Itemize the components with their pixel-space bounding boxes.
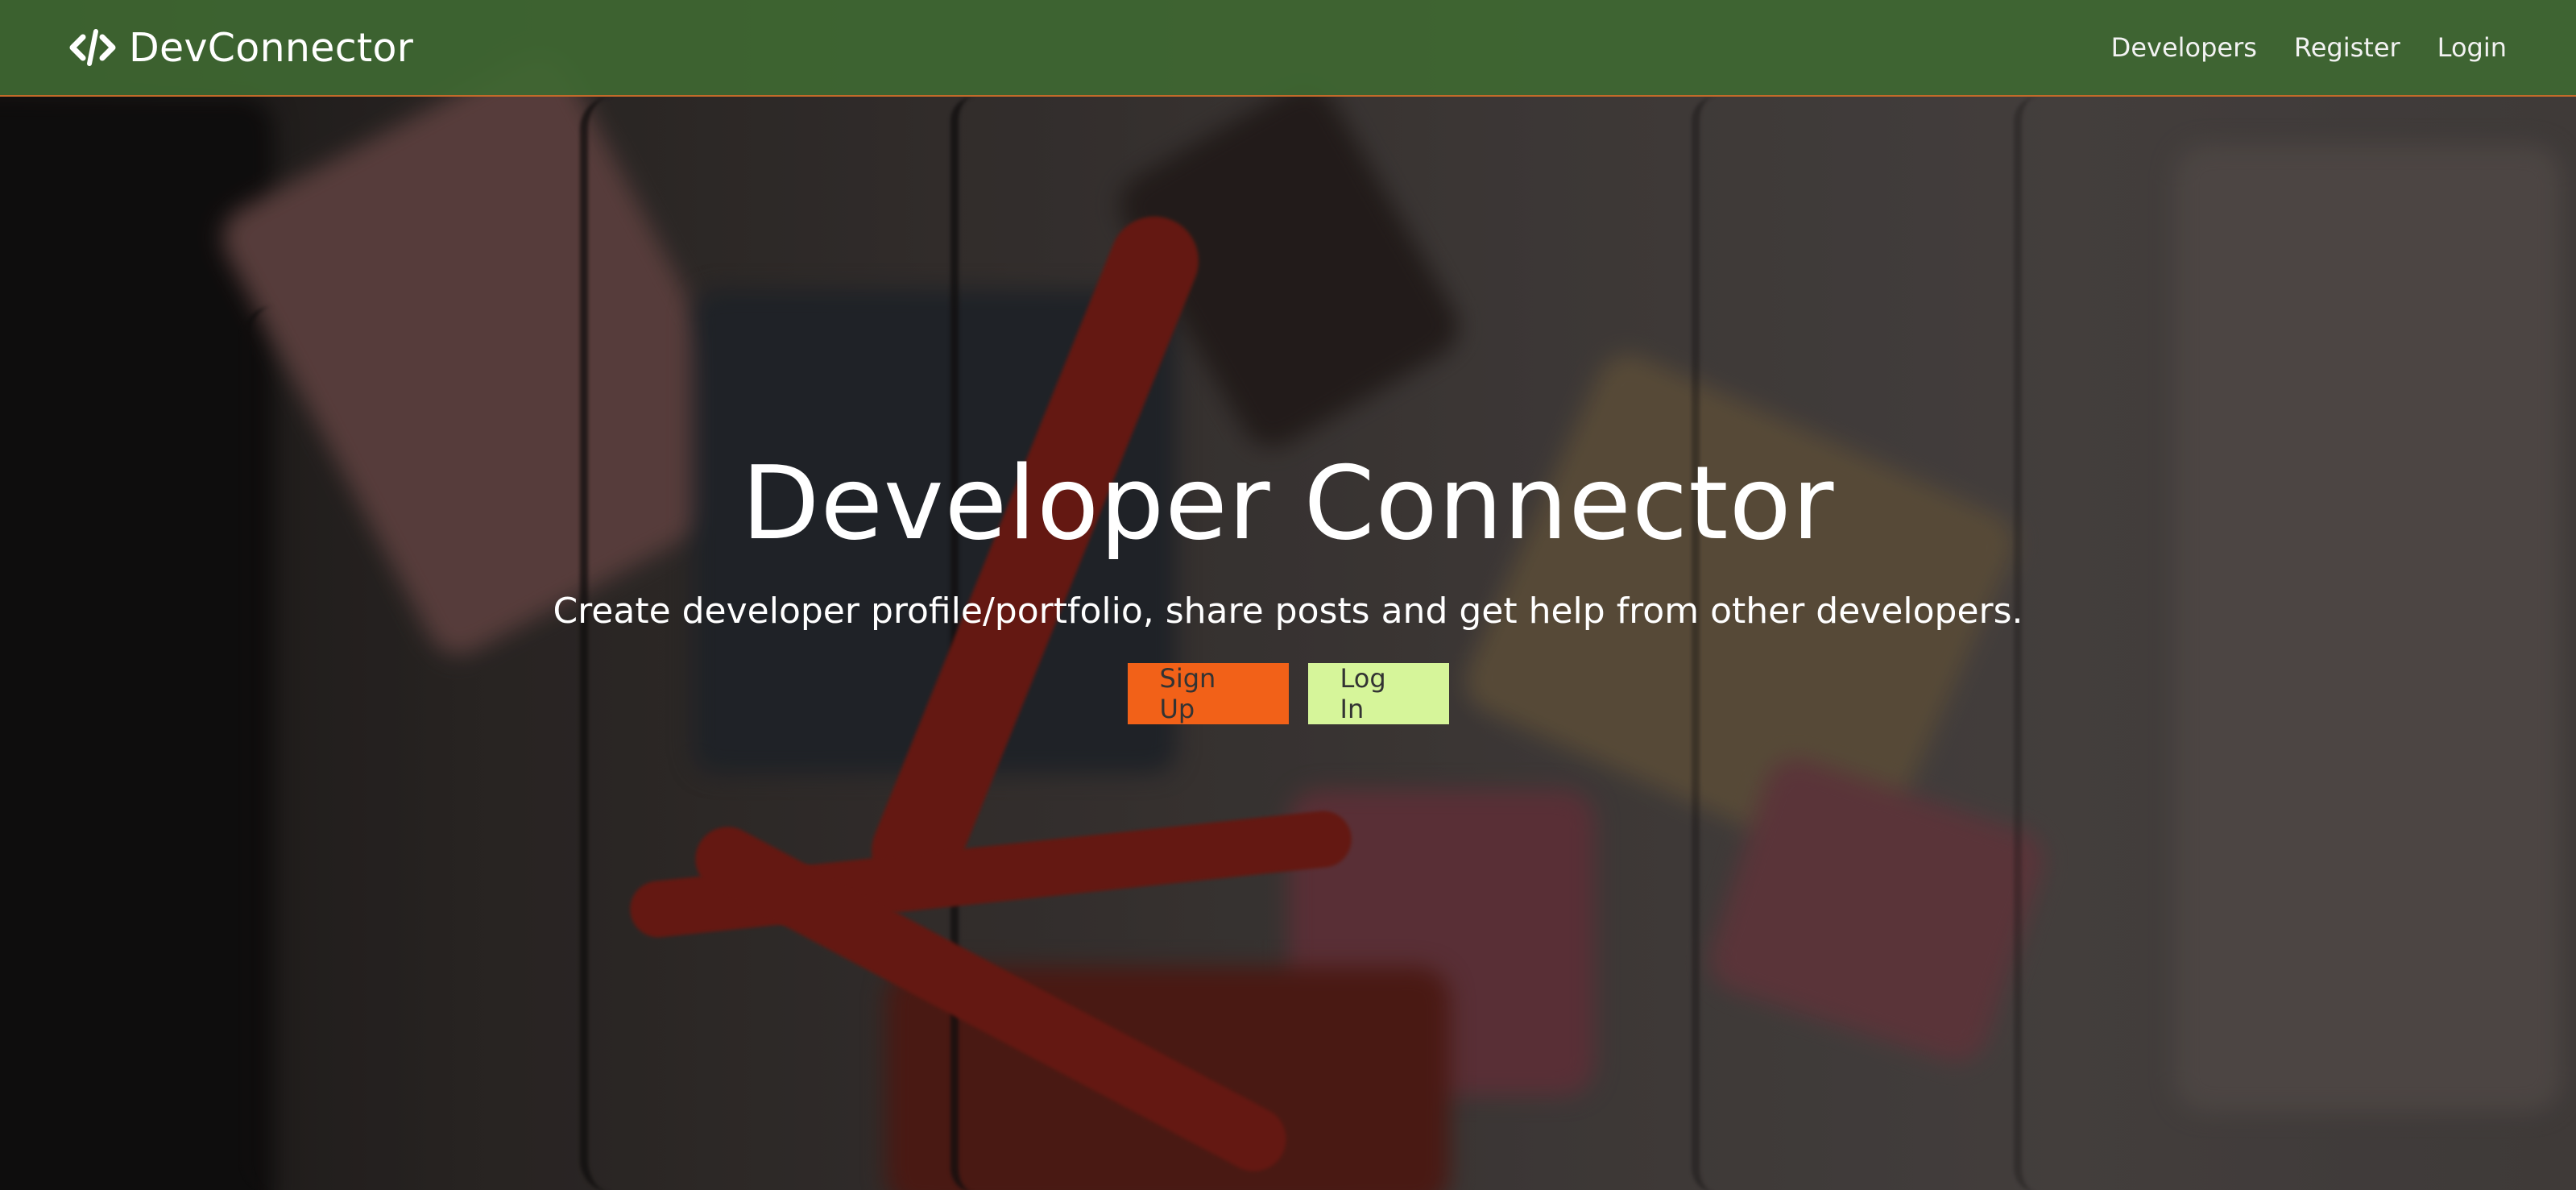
nav-link-developers[interactable]: Developers bbox=[2111, 32, 2257, 63]
signup-button[interactable]: Sign Up bbox=[1127, 663, 1289, 725]
code-icon bbox=[69, 29, 116, 66]
hero-title: Developer Connector bbox=[741, 444, 1835, 562]
nav-link-register[interactable]: Register bbox=[2294, 32, 2400, 63]
hero-lead: Create developer profile/portfolio, shar… bbox=[553, 590, 2023, 632]
nav-links: Developers Register Login bbox=[2111, 32, 2507, 63]
navbar: DevConnector Developers Register Login bbox=[0, 0, 2576, 97]
hero-section: Developer Connector Create developer pro… bbox=[0, 97, 2576, 1190]
login-button[interactable]: Log In bbox=[1307, 663, 1449, 725]
nav-link-login[interactable]: Login bbox=[2437, 32, 2507, 63]
brand-link[interactable]: DevConnector bbox=[69, 25, 413, 71]
hero-buttons: Sign Up Log In bbox=[1127, 663, 1449, 725]
landing-page: DevConnector Developers Register Login D… bbox=[0, 0, 2576, 1190]
brand-name: DevConnector bbox=[129, 24, 414, 71]
